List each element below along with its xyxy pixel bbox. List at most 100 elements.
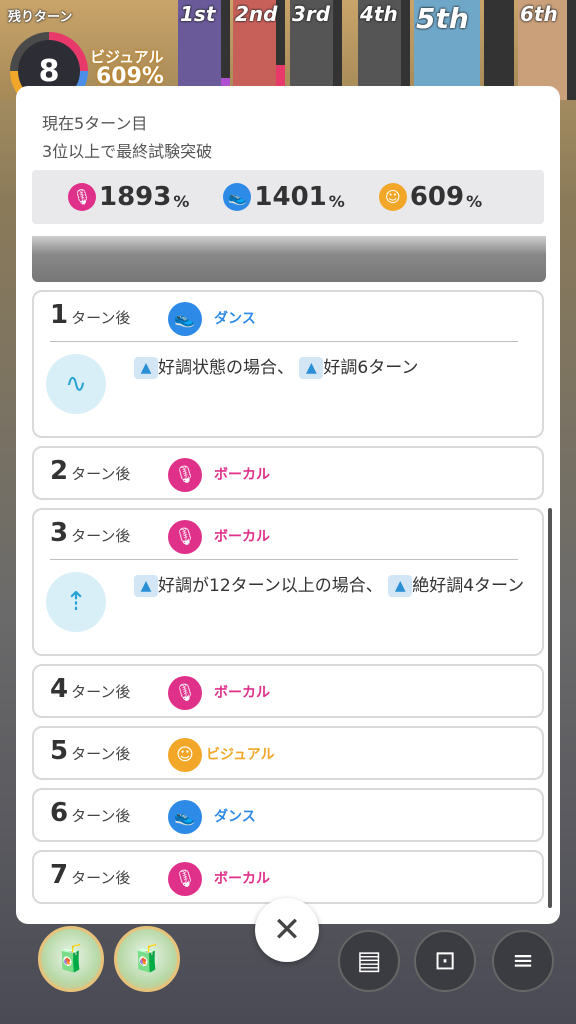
lesson-type-label: ダンス bbox=[214, 311, 256, 327]
dance-shoe-icon: 👟 bbox=[223, 183, 252, 211]
vocal-mic-icon: 🎙 bbox=[168, 520, 202, 554]
drink-bottle-icon[interactable]: 🧃 bbox=[38, 926, 104, 992]
good-condition-icon: ▲ bbox=[134, 575, 158, 597]
rank-1: 1st bbox=[178, 0, 230, 100]
effect-description: ▲ 好調状態の場合、 ▲ 好調6ターン bbox=[134, 354, 528, 383]
rank-label: 4th bbox=[360, 2, 398, 26]
rank-2: 2nd bbox=[233, 0, 285, 100]
effect-part: 好調 bbox=[323, 358, 358, 378]
turn-card: 6 ターン後 👟 ダンス bbox=[32, 788, 544, 842]
close-button[interactable]: ✕ bbox=[255, 898, 319, 962]
condition-up-icon: ⇡ bbox=[46, 572, 106, 632]
menu-icon[interactable]: ≡ bbox=[492, 930, 554, 992]
vocal-mic-icon: 🎙 bbox=[168, 862, 202, 896]
rank-label: 5th bbox=[416, 2, 469, 35]
effect-part: 4ターン bbox=[463, 576, 525, 596]
rank-bar bbox=[567, 0, 576, 100]
game-hud: 残りターン 8 ビジュアル 609% 1st 2nd 3rd 4th 5th 6… bbox=[0, 0, 576, 110]
good-condition-icon: ▲ bbox=[134, 357, 158, 379]
memo-icon[interactable]: ▤ bbox=[338, 930, 400, 992]
rank-bar bbox=[221, 0, 230, 100]
stat-unit: % bbox=[173, 191, 190, 211]
vocal-mic-icon: 🎙 bbox=[68, 183, 96, 211]
list-top-fade bbox=[32, 236, 546, 282]
turn-suffix: ターン後 bbox=[71, 309, 131, 327]
turn-card: 4 ターン後 🎙 ボーカル bbox=[32, 664, 544, 718]
turn-number: 7 bbox=[50, 860, 69, 890]
condition-wave-icon: ∿ bbox=[46, 354, 106, 414]
good-condition-icon: ▲ bbox=[299, 357, 324, 379]
dance-shoe-icon: 👟 bbox=[168, 800, 202, 834]
effect-part: 状態の場合、 bbox=[192, 358, 294, 378]
remaining-turns-label: 残りターン bbox=[8, 10, 73, 25]
rank-4: 4th bbox=[358, 0, 410, 100]
effect-part: 6ターン bbox=[357, 358, 419, 378]
turn-number: 1 bbox=[50, 300, 69, 330]
rank-5: 5th bbox=[414, 0, 514, 100]
divider bbox=[50, 341, 518, 342]
vocal-mic-icon: 🎙 bbox=[168, 458, 202, 492]
rank-3: 3rd bbox=[290, 0, 342, 100]
lesson-type-label: ダンス bbox=[214, 809, 256, 825]
turn-suffix: ターン後 bbox=[71, 869, 131, 887]
turn-list[interactable]: 1 ターン後 👟 ダンス ∿ ▲ 好調状態の場合、 ▲ 好調6ターン 2 ターン後 … bbox=[32, 236, 546, 906]
stat-value: 1893 bbox=[99, 182, 172, 212]
turn-heading: 3 ターン後 bbox=[50, 518, 130, 548]
effect-part: が12ターン以上の場合、 bbox=[192, 576, 383, 596]
goal-text: 3位以上で最終試験突破 bbox=[42, 142, 213, 161]
effect-part: 絶好調 bbox=[412, 576, 464, 596]
rank-bar bbox=[401, 0, 410, 100]
stat-unit: % bbox=[466, 191, 483, 211]
drink-bottle-icon[interactable]: 🧃 bbox=[114, 926, 180, 992]
turn-schedule-panel: 現在5ターン目 3位以上で最終試験突破 🎙 1893 % 👟 1401 % ☺ … bbox=[16, 86, 560, 924]
turn-heading: 4 ターン後 bbox=[50, 674, 130, 704]
turn-card: 2 ターン後 🎙 ボーカル bbox=[32, 446, 544, 500]
dance-shoe-icon: 👟 bbox=[168, 302, 202, 336]
turn-card: 3 ターン後 🎙 ボーカル ⇡ ▲ 好調が12ターン以上の場合、 ▲ 絶好調4ターン bbox=[32, 508, 544, 656]
turn-heading: 5 ターン後 bbox=[50, 736, 130, 766]
turn-heading: 7 ターン後 bbox=[50, 860, 130, 890]
stat-value: 1401 bbox=[254, 182, 327, 212]
turn-number: 6 bbox=[50, 798, 69, 828]
turn-suffix: ターン後 bbox=[71, 745, 131, 763]
stat-unit: % bbox=[328, 191, 345, 211]
turn-suffix: ターン後 bbox=[71, 527, 131, 545]
turn-number: 4 bbox=[50, 674, 69, 704]
visual-face-icon: ☺ bbox=[378, 183, 407, 211]
list-scrollbar[interactable] bbox=[548, 508, 552, 908]
unlock-box-icon[interactable]: ⊡ bbox=[414, 930, 476, 992]
turn-card: 7 ターン後 🎙 ボーカル bbox=[32, 850, 544, 904]
turn-card: 1 ターン後 👟 ダンス ∿ ▲ 好調状態の場合、 ▲ 好調6ターン bbox=[32, 290, 544, 438]
parameter-stats: 🎙 1893 % 👟 1401 % ☺ 609 % bbox=[32, 170, 544, 224]
rank-bar bbox=[333, 0, 342, 100]
visual-stat: ☺ 609 % bbox=[378, 182, 483, 212]
turn-heading: 2 ターン後 bbox=[50, 456, 130, 486]
rank-label: 3rd bbox=[292, 2, 331, 26]
turn-heading: 1 ターン後 bbox=[50, 300, 130, 330]
lesson-type-label: ボーカル bbox=[214, 685, 270, 701]
stat-value: 609 bbox=[409, 182, 465, 212]
rank-label: 1st bbox=[180, 2, 216, 26]
rank-label: 6th bbox=[520, 2, 558, 26]
effect-part: 好調 bbox=[158, 358, 192, 378]
visual-face-icon: ☺ bbox=[168, 738, 202, 772]
rank-6: 6th bbox=[518, 0, 576, 100]
rank-bar bbox=[484, 0, 514, 100]
dance-stat: 👟 1401 % bbox=[223, 182, 345, 212]
turn-suffix: ターン後 bbox=[71, 465, 131, 483]
vocal-mic-icon: 🎙 bbox=[168, 676, 202, 710]
lesson-type-label: ボーカル bbox=[214, 467, 270, 483]
turn-number: 5 bbox=[50, 736, 69, 766]
turn-suffix: ターン後 bbox=[71, 807, 131, 825]
turn-number: 3 bbox=[50, 518, 69, 548]
current-turn-text: 現在5ターン目 bbox=[42, 114, 148, 133]
turn-suffix: ターン後 bbox=[71, 683, 131, 701]
turn-card: 5 ターン後 ☺ ビジュアル bbox=[32, 726, 544, 780]
effect-part: 好調 bbox=[158, 576, 192, 596]
lesson-type-label: ビジュアル bbox=[206, 747, 275, 763]
turn-heading: 6 ターン後 bbox=[50, 798, 130, 828]
vocal-stat: 🎙 1893 % bbox=[68, 182, 189, 212]
great-condition-icon: ▲ bbox=[388, 575, 413, 597]
divider bbox=[50, 559, 518, 560]
effect-description: ▲ 好調が12ターン以上の場合、 ▲ 絶好調4ターン bbox=[134, 572, 528, 601]
